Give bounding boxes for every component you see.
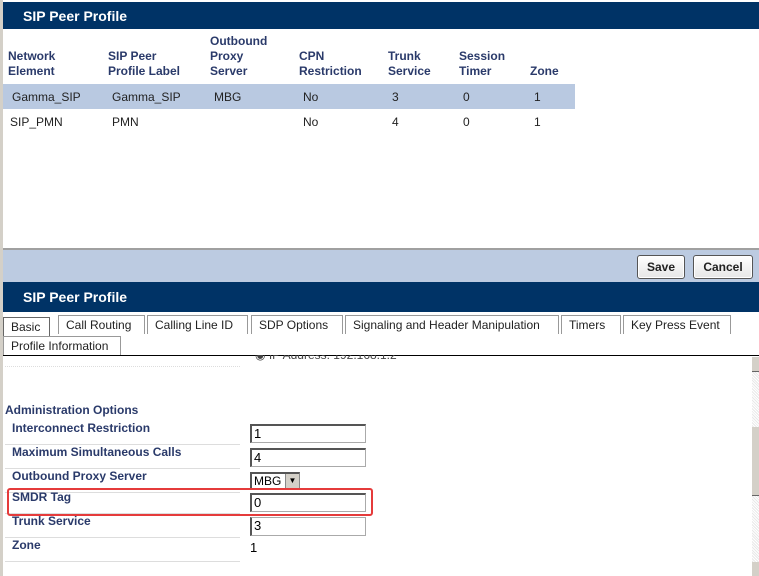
label-outbound-proxy-server: Outbound Proxy Server [12, 469, 147, 483]
outbound-proxy-server-select[interactable]: MBG ▼ [250, 472, 300, 489]
scroll-down-arrow-icon[interactable] [752, 562, 759, 576]
table-header-row: Network Element SIP Peer Profile Label Out… [3, 34, 575, 84]
label-max-simultaneous-calls: Maximum Simultaneous Calls [12, 445, 182, 459]
tab-call-routing[interactable]: Call Routing [58, 315, 145, 334]
cell-session-timer: 0 [454, 84, 525, 109]
divider [5, 366, 240, 368]
label-trunk-service: Trunk Service [12, 514, 91, 528]
dropdown-arrow-icon[interactable]: ▼ [285, 474, 299, 488]
tab-calling-line-id[interactable]: Calling Line ID [147, 315, 248, 334]
cell-cpn-restriction: No [294, 84, 383, 109]
cell-outbound-proxy [205, 109, 294, 134]
cell-trunk-service: 3 [383, 84, 454, 109]
table-row[interactable]: Gamma_SIP Gamma_SIP MBG No 3 0 1 [3, 84, 575, 109]
field-row-trunk-service: Trunk Service [5, 514, 240, 538]
cell-network-element: SIP_PMN [10, 114, 63, 129]
select-value: MBG [254, 474, 282, 488]
tab-basic[interactable]: Basic [3, 317, 50, 336]
column-header-outbound-proxy[interactable]: Outbound Proxy Server [205, 34, 294, 84]
save-button[interactable]: Save [637, 255, 685, 279]
sip-peer-profile-table: Network Element SIP Peer Profile Label Out… [3, 34, 575, 134]
table-row[interactable]: SIP_PMN PMN No 4 0 1 [3, 109, 575, 134]
zone-value: 1 [250, 540, 258, 555]
radio-icon: ◉ [255, 348, 269, 362]
cell-outbound-proxy: MBG [205, 84, 294, 109]
column-header-network-element[interactable]: Network Element [3, 34, 103, 84]
scroll-up-arrow-icon[interactable] [752, 357, 759, 372]
scrollbar-thumb[interactable] [752, 427, 759, 496]
cell-cpn-restriction: No [303, 114, 319, 129]
tab-key-press-event[interactable]: Key Press Event [623, 315, 731, 334]
tab-timers[interactable]: Timers [561, 315, 621, 334]
ip-address-label: ◉ IP Address: 192.168.1.2 [255, 348, 397, 362]
smdr-tag-highlight [7, 488, 373, 516]
cancel-button[interactable]: Cancel [693, 255, 753, 279]
trunk-service-input[interactable]: 3 [250, 517, 366, 536]
action-bar: Save Cancel [3, 248, 759, 282]
label-zone: Zone [12, 538, 41, 552]
section-title-administration-options: Administration Options [5, 403, 139, 417]
cell-profile-label: PMN [112, 114, 139, 129]
field-row-interconnect-restriction: Interconnect Restriction [5, 421, 240, 445]
field-row-max-simultaneous-calls: Maximum Simultaneous Calls [5, 445, 240, 469]
column-header-cpn-restriction[interactable]: CPN Restriction [294, 34, 383, 84]
column-header-zone[interactable]: Zone [525, 34, 575, 84]
top-panel-header: SIP Peer Profile [3, 0, 759, 29]
column-header-session-timer[interactable]: Session Timer [454, 34, 525, 84]
cell-network-element: Gamma_SIP [3, 84, 103, 109]
max-simultaneous-calls-input[interactable]: 4 [250, 448, 366, 467]
cell-session-timer: 0 [463, 114, 470, 129]
interconnect-restriction-input[interactable]: 1 [250, 424, 366, 443]
column-header-profile-label[interactable]: SIP Peer Profile Label [103, 34, 205, 84]
cell-profile-label: Gamma_SIP [103, 84, 205, 109]
tab-sdp-options[interactable]: SDP Options [251, 315, 343, 334]
cell-zone: 1 [525, 84, 575, 109]
tab-signaling-header-manipulation[interactable]: Signaling and Header Manipulation [345, 315, 559, 334]
field-row-zone: Zone [5, 538, 240, 562]
cell-zone: 1 [534, 114, 541, 129]
label-interconnect-restriction: Interconnect Restriction [12, 421, 151, 435]
column-header-trunk-service[interactable]: Trunk Service [383, 34, 454, 84]
detail-panel-header: SIP Peer Profile [3, 282, 759, 312]
cell-trunk-service: 4 [392, 114, 399, 129]
tab-profile-information[interactable]: Profile Information [3, 336, 121, 355]
